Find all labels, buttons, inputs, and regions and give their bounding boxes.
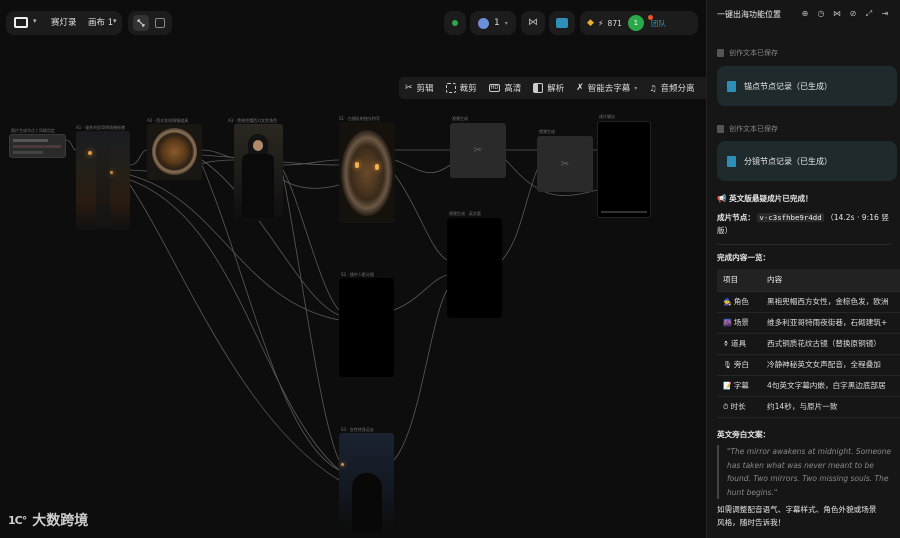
panel-header: 一键出海功能位置 ⊕ ◷ ⋈ ⊘ ⤢ ⇥ [707,0,900,28]
table-header: 内容 [761,269,900,292]
expand-icon[interactable]: ⤢ [864,9,874,19]
mirror-shape [341,130,393,216]
add-icon[interactable]: ⊕ [800,9,810,19]
node-label: 视频生成 [539,129,555,134]
link-icon[interactable]: ⊘ [848,9,858,19]
table-cell-item: ⏱ 时长 [717,396,761,418]
shot-video-node[interactable] [339,278,394,377]
video-progress-bar[interactable] [601,211,647,213]
table-cell-content: 4句英文字幕内嵌，白字黑边底部居 [761,375,900,397]
street-shadow [96,141,110,226]
scissors-icon: ✂ [473,145,483,156]
panel-title: 一键出海功能位置 [717,9,781,19]
node-line [13,151,43,154]
video-gen-node[interactable]: ✂ [450,123,506,178]
row-icon: 🌆 [723,319,732,327]
table-cell-item: ⚱ 道具 [717,333,761,355]
document-icon [727,80,736,92]
row-label: 角色 [733,297,749,306]
node-label: 成片输出 [599,114,615,119]
video-node-en[interactable] [447,218,502,318]
row-label: 时长 [730,402,746,411]
row-label: 旁白 [733,360,750,369]
table-cell-content: 维多利亚哥特雨夜街巷，石砌建筑+ [761,312,900,334]
history-icon[interactable]: ◷ [816,9,826,19]
table-header: 项目 [717,269,761,292]
table-row: 🧙 角色 黑袍兜帽西方女性，金棕色发，欧洲 [717,291,900,313]
done-title: 📢 英文版悬疑成片已完成！ [717,194,813,203]
list-title: 完成内容一览： [717,253,771,262]
candle-glow [375,164,379,170]
table-row: ⚱ 道具 西式铜质花纹古镜（替换原铜镜） [717,333,900,355]
video-gen-node[interactable]: ✂ [537,136,593,192]
row-label: 场景 [733,318,749,327]
table-cell-content: 冷静神秘英文女声配音，全程叠加 [761,354,900,376]
shot-record-card[interactable]: 分镜节点记录（已生成） [717,141,897,181]
table-row: 🌆 场景 维多利亚哥特雨夜街巷，石砌建筑+ [717,312,900,334]
row-label: 字幕 [733,381,749,390]
scene-image-node[interactable] [76,131,130,230]
node-label: 视频生成 [452,116,468,121]
shot-image-node[interactable] [339,122,395,223]
lamp-glow [88,151,92,155]
content-table: 项目 内容 🧙 角色 黑袍兜帽西方女性，金棕色发，欧洲 🌆 场景 维多利亚哥特雨夜街巷，石… [717,269,900,418]
node-line [13,145,61,148]
scissors-icon: ✂ [560,158,570,170]
row-label: 道具 [730,339,747,348]
table-row: 🎙 旁白 冷静神秘英文女声配音，全程叠加 [717,354,900,376]
table-cell-item: 🌆 场景 [717,312,761,334]
narration-quote: "The mirror awakens at midnight. Someone… [717,445,900,499]
document-icon [717,125,724,133]
watermark: 1C° 大数跨境 [8,513,89,529]
share-icon[interactable]: ⋈ [832,9,842,19]
robe-shape [242,154,274,218]
row-icon: ⏱ [723,403,729,411]
table-cell-item: 🧙 角色 [717,291,761,313]
lamp-glow [110,171,113,174]
node-info: 成片节点： v-c3sfhbe9r4dd （14.2s · 9:16 竖 版） [717,213,889,235]
watermark-logo-icon: 1C° [8,513,27,527]
prop-image-node[interactable] [147,124,202,180]
table-cell-content: 约14秒，与原片一致 [761,396,900,418]
table-cell-item: 🎙 旁白 [717,354,761,376]
row-icon: ⚱ [723,340,729,348]
table-cell-item: 📝 字幕 [717,375,761,397]
narration-title: 英文旁白文案： [717,430,771,439]
row-icon: 📝 [723,382,732,390]
shot-image-node[interactable] [339,433,394,532]
saved-note: 创作文本已保存 [717,124,778,134]
table-cell-content: 黑袍兜帽西方女性，金棕色发，欧洲 [761,291,900,313]
output-video-node[interactable] [597,121,651,218]
table-row: ⏱ 时长 约14秒，与原片一致 [717,396,900,418]
row-icon: 🎙 [723,361,732,369]
candle-glow [355,162,359,168]
assistant-panel: 一键出海功能位置 ⊕ ◷ ⋈ ⊘ ⤢ ⇥ 创作文本已保存 锚点节点记录（已生成）… [706,0,900,538]
document-icon [727,155,736,167]
collapse-icon[interactable]: ⇥ [880,9,890,19]
lamp-glow [341,463,344,466]
saved-note: 创作文本已保存 [717,48,778,58]
anchor-record-card[interactable]: 锚点节点记录（已生成） [717,66,897,106]
workflow-canvas[interactable]: ▾ 赛灯录 画布 1 ▾ 1 ▾ ⋈ ◆ ⚡ 871 1 团队 ✂ 剪辑 裁剪 H… [0,0,706,538]
row-icon: 🧙 [723,298,732,306]
mirror-shape [152,128,197,175]
face-shape [253,140,263,151]
table-row: 📝 字幕 4句英文字幕内嵌，白字黑边底部居 [717,375,900,397]
settings-node[interactable] [9,134,66,158]
node-id[interactable]: v-c3sfhbe9r4dd [757,213,824,222]
character-image-node[interactable] [234,124,283,221]
node-line [13,139,48,142]
divider [717,244,891,245]
footer-text: 如需调整配音语气、字幕样式、角色外貌或场景 风格，随时告诉我！ [717,505,877,527]
document-icon [717,49,724,57]
figure-shape [352,473,382,531]
table-cell-content: 西式铜质花纹古镜（替换原铜镜） [761,333,900,355]
node-label: 视频生成 · 英文版 [449,211,481,216]
